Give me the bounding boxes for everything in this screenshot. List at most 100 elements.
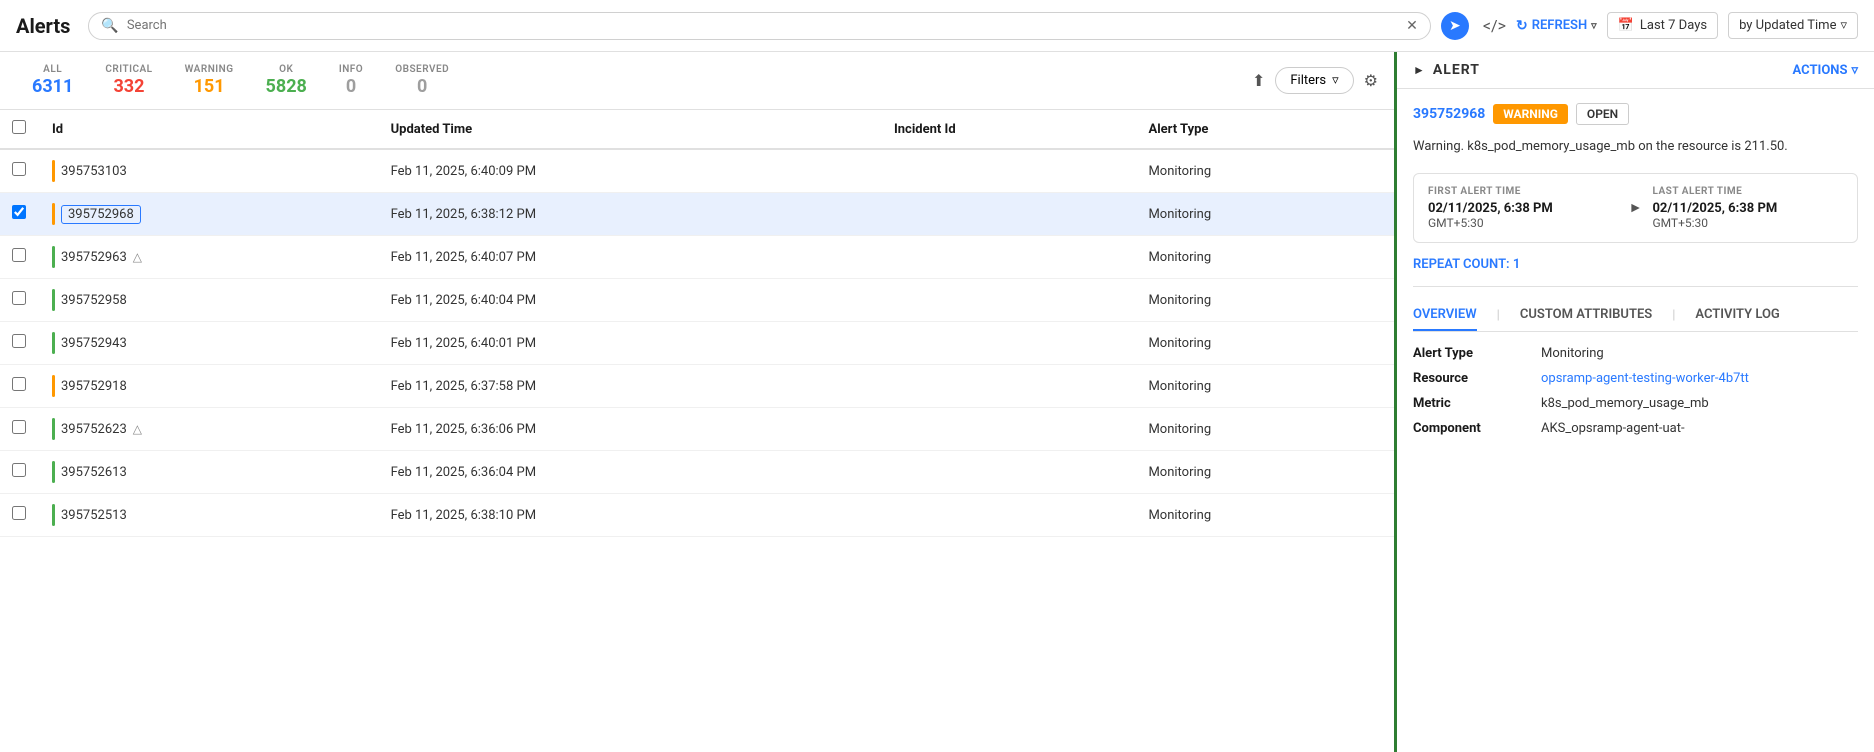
row-id-cell[interactable]: 395752958	[40, 279, 379, 322]
table-row[interactable]: 395752968 Feb 11, 2025, 6:38:12 PM Monit…	[0, 193, 1394, 236]
row-id-cell[interactable]: 395752943	[40, 322, 379, 365]
row-checkbox[interactable]	[12, 377, 26, 391]
select-all-checkbox[interactable]	[12, 120, 26, 134]
detail-field-value[interactable]: opsramp-agent-testing-worker-4b7tt	[1541, 371, 1749, 386]
open-badge: OPEN	[1576, 103, 1629, 125]
table-row[interactable]: 395752513 Feb 11, 2025, 6:38:10 PM Monit…	[0, 494, 1394, 537]
col-id[interactable]: Id	[40, 110, 379, 149]
stat-ok[interactable]: OK 5828	[250, 60, 323, 101]
stat-warning[interactable]: WARNING 151	[169, 60, 250, 101]
alert-id: 395753103	[61, 164, 127, 179]
alert-id-badge[interactable]: 395752968	[1413, 106, 1485, 122]
row-checkbox[interactable]	[12, 506, 26, 520]
row-checkbox-cell[interactable]	[0, 149, 40, 193]
row-id-cell[interactable]: 395753103	[40, 149, 379, 193]
search-input[interactable]	[127, 18, 1398, 33]
table-row[interactable]: 395752963 △ Feb 11, 2025, 6:40:07 PM Mon…	[0, 236, 1394, 279]
table-row[interactable]: 395752623 △ Feb 11, 2025, 6:36:06 PM Mon…	[0, 408, 1394, 451]
actions-label: ACTIONS	[1793, 63, 1848, 78]
row-checkbox[interactable]	[12, 162, 26, 176]
row-checkbox-cell[interactable]	[0, 408, 40, 451]
tab-custom-attributes[interactable]: CUSTOM ATTRIBUTES	[1520, 301, 1652, 331]
time-range-button[interactable]: 📅 Last 7 Days	[1607, 12, 1718, 39]
table-row[interactable]: 395753103 Feb 11, 2025, 6:40:09 PM Monit…	[0, 149, 1394, 193]
row-checkbox[interactable]	[12, 291, 26, 305]
col-updated[interactable]: Updated Time	[379, 110, 882, 149]
sort-label: by Updated Time	[1739, 18, 1836, 33]
search-box: 🔍 ✕	[88, 12, 1430, 40]
alert-message: Warning. k8s_pod_memory_usage_mb on the …	[1413, 137, 1858, 157]
table-row[interactable]: 395752943 Feb 11, 2025, 6:40:01 PM Monit…	[0, 322, 1394, 365]
alert-id: 395752963	[61, 250, 127, 265]
severity-indicator	[52, 160, 55, 182]
stat-observed[interactable]: OBSERVED 0	[379, 60, 465, 101]
row-id-cell[interactable]: 395752963 △	[40, 236, 379, 279]
alert-type-icon: △	[133, 422, 142, 436]
clear-search-icon[interactable]: ✕	[1406, 18, 1418, 34]
actions-button[interactable]: ACTIONS ▿	[1793, 63, 1858, 78]
alert-badges: 395752968 WARNING OPEN	[1413, 103, 1858, 125]
row-checkbox-cell[interactable]	[0, 365, 40, 408]
settings-icon[interactable]: ⚙	[1364, 71, 1378, 90]
severity-indicator	[52, 203, 55, 225]
severity-indicator	[52, 375, 55, 397]
stat-info[interactable]: INFO 0	[323, 60, 379, 101]
stat-critical[interactable]: CRITICAL 332	[89, 60, 168, 101]
repeat-count-value: 1	[1513, 257, 1520, 272]
first-alert-section: FIRST ALERT TIME 02/11/2025, 6:38 PM GMT…	[1428, 186, 1619, 230]
table-row[interactable]: 395752613 Feb 11, 2025, 6:36:04 PM Monit…	[0, 451, 1394, 494]
tab-activity-log[interactable]: ACTIVITY LOG	[1695, 301, 1779, 331]
row-updated-time: Feb 11, 2025, 6:40:01 PM	[379, 322, 882, 365]
detail-panel: ► ALERT ACTIONS ▿ 395752968 WARNING OPEN…	[1394, 52, 1874, 752]
row-checkbox[interactable]	[12, 334, 26, 348]
time-arrow-icon: ►	[1619, 199, 1653, 216]
refresh-dropdown-icon[interactable]: ▿	[1591, 19, 1597, 32]
row-checkbox-cell[interactable]	[0, 193, 40, 236]
refresh-button[interactable]: ↻ REFRESH ▿	[1516, 18, 1597, 34]
share-icon[interactable]: ⬆	[1252, 71, 1265, 90]
stat-all[interactable]: ALL 6311	[16, 60, 89, 101]
left-panel: ALL 6311 CRITICAL 332 WARNING 151 OK 582…	[0, 52, 1394, 752]
table-row[interactable]: 395752918 Feb 11, 2025, 6:37:58 PM Monit…	[0, 365, 1394, 408]
row-id-cell[interactable]: 395752968	[40, 193, 379, 236]
actions-caret-icon: ▿	[1851, 63, 1858, 78]
row-checkbox-cell[interactable]	[0, 236, 40, 279]
severity-indicator	[52, 246, 55, 268]
alert-id: 395752943	[61, 336, 127, 351]
row-updated-time: Feb 11, 2025, 6:40:07 PM	[379, 236, 882, 279]
row-id-cell[interactable]: 395752623 △	[40, 408, 379, 451]
row-checkbox-cell[interactable]	[0, 494, 40, 537]
expand-icon[interactable]: ►	[1413, 63, 1425, 77]
row-checkbox[interactable]	[12, 248, 26, 262]
first-alert-date: 02/11/2025, 6:38 PM	[1428, 201, 1619, 216]
row-checkbox[interactable]	[12, 463, 26, 477]
code-icon[interactable]: </>	[1483, 16, 1506, 35]
search-go-button[interactable]: ➤	[1441, 12, 1469, 40]
sort-button[interactable]: by Updated Time ▿	[1728, 12, 1858, 39]
filters-button[interactable]: Filters ▿	[1275, 67, 1353, 94]
row-id-cell[interactable]: 395752918	[40, 365, 379, 408]
row-checkbox[interactable]	[12, 420, 26, 434]
row-checkbox-cell[interactable]	[0, 322, 40, 365]
row-alert-type: Monitoring	[1136, 451, 1394, 494]
main-content: ALL 6311 CRITICAL 332 WARNING 151 OK 582…	[0, 52, 1874, 752]
row-checkbox[interactable]	[12, 205, 26, 219]
detail-field-key: Metric	[1413, 396, 1533, 411]
detail-row: Component AKS_opsramp-agent-uat-	[1413, 421, 1858, 436]
select-all-header[interactable]	[0, 110, 40, 149]
row-id-cell[interactable]: 395752613	[40, 451, 379, 494]
row-alert-type: Monitoring	[1136, 365, 1394, 408]
col-incident[interactable]: Incident Id	[882, 110, 1137, 149]
row-checkbox-cell[interactable]	[0, 279, 40, 322]
detail-field-value: AKS_opsramp-agent-uat-	[1541, 421, 1685, 436]
detail-panel-body: 395752968 WARNING OPEN Warning. k8s_pod_…	[1397, 89, 1874, 752]
tab-divider-2: |	[1672, 301, 1675, 331]
row-checkbox-cell[interactable]	[0, 451, 40, 494]
table-row[interactable]: 395752958 Feb 11, 2025, 6:40:04 PM Monit…	[0, 279, 1394, 322]
row-id-cell[interactable]: 395752513	[40, 494, 379, 537]
severity-indicator	[52, 461, 55, 483]
detail-panel-title: ALERT	[1433, 62, 1785, 78]
col-alert-type[interactable]: Alert Type	[1136, 110, 1394, 149]
stats-actions: ⬆ Filters ▿ ⚙	[1252, 67, 1378, 94]
tab-overview[interactable]: OVERVIEW	[1413, 301, 1477, 331]
